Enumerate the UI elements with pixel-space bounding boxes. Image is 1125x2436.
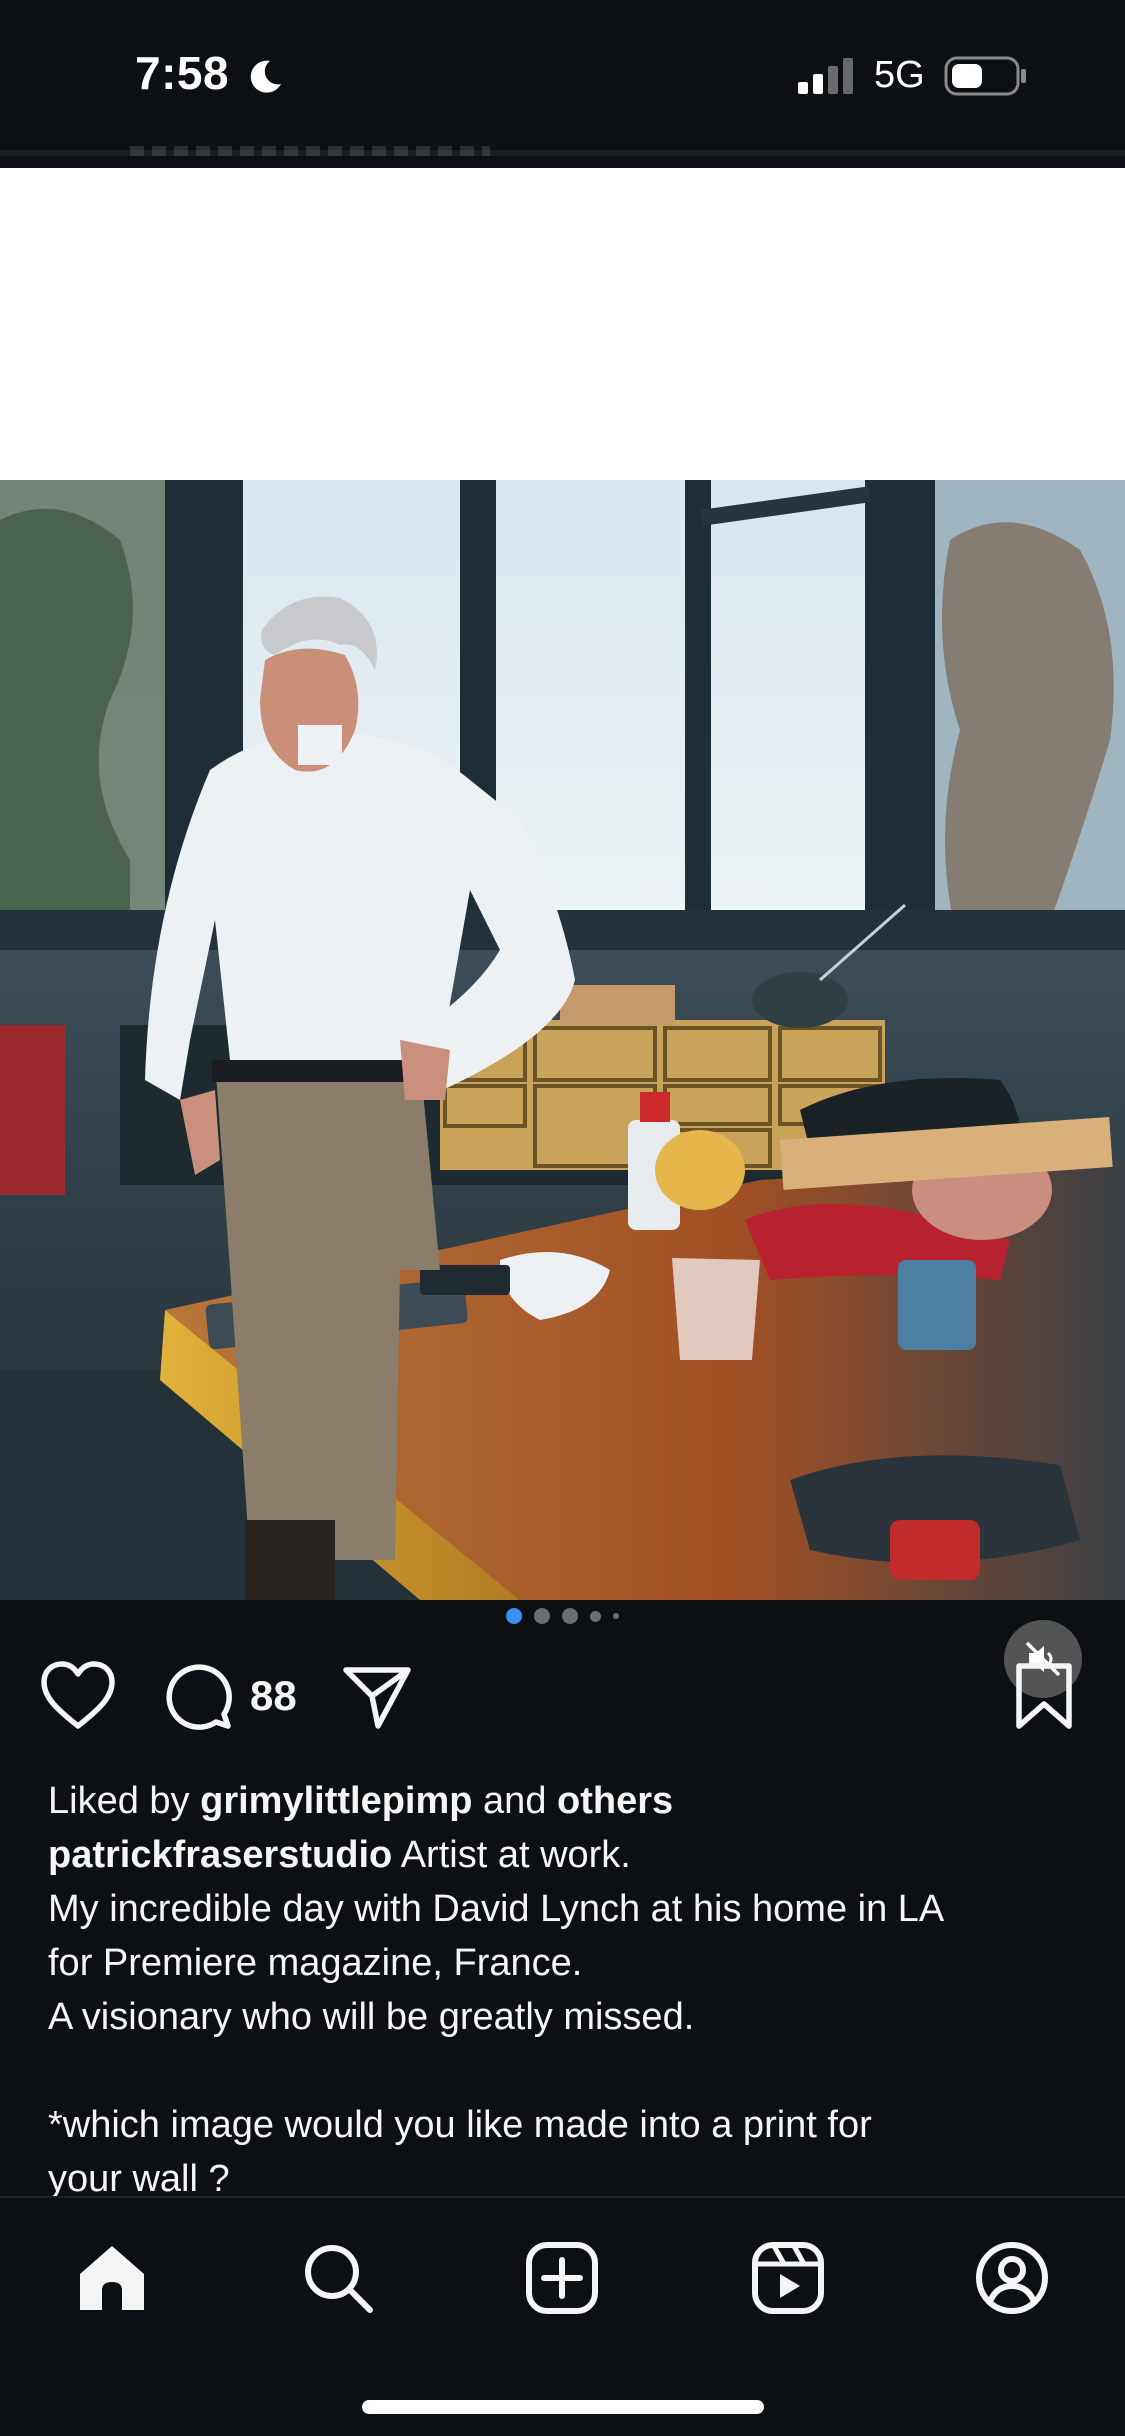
carousel-dot-5 xyxy=(613,1613,619,1619)
profile-icon[interactable] xyxy=(974,2240,1050,2316)
caption-username[interactable]: patrickfraserstudio xyxy=(48,1834,392,1876)
reels-icon[interactable] xyxy=(750,2240,826,2316)
carousel-dot-4 xyxy=(590,1610,601,1622)
bookmark-icon[interactable] xyxy=(1014,1662,1074,1730)
liked-by-username[interactable]: grimylittlepimp xyxy=(200,1780,472,1822)
liked-by-connector: and xyxy=(483,1780,547,1822)
plus-square-icon[interactable] xyxy=(524,2240,600,2316)
instagram-post-screen: 7:58 5G 88 Liked by grimylittlepimp and … xyxy=(0,0,1125,2436)
home-indicator[interactable] xyxy=(362,2400,764,2414)
liked-by-line[interactable]: Liked by grimylittlepimp and others xyxy=(48,1774,1088,1828)
photo-artwork xyxy=(0,480,1125,1600)
status-time: 7:58 xyxy=(135,47,230,99)
caption-line-1: My incredible day with David Lynch at hi… xyxy=(48,1888,945,1930)
status-bar: 7:58 5G xyxy=(0,0,1125,150)
carousel-dot-1 xyxy=(506,1608,522,1624)
cellular-signal-icon xyxy=(798,58,853,94)
liked-by-prefix: Liked by xyxy=(48,1780,190,1822)
post-actions: 88 xyxy=(0,1660,1125,1732)
paper-plane-icon[interactable] xyxy=(342,1664,412,1730)
comment-bubble-icon[interactable] xyxy=(164,1662,232,1730)
search-icon[interactable] xyxy=(300,2240,376,2316)
caption-line-2: for Premiere magazine, France. xyxy=(48,1942,583,1984)
carousel-dot-2 xyxy=(534,1608,550,1624)
caption-line-3: A visionary who will be greatly missed. xyxy=(48,1996,695,2038)
carousel-indicator xyxy=(0,1607,1125,1625)
moon-icon xyxy=(250,60,281,93)
caption-title: Artist at work. xyxy=(400,1834,631,1876)
post-media[interactable] xyxy=(0,168,1125,1698)
post-caption: Liked by grimylittlepimp and others patr… xyxy=(48,1774,1088,2206)
home-icon[interactable] xyxy=(74,2240,150,2316)
liked-by-others[interactable]: others xyxy=(557,1780,673,1822)
carousel-dot-3 xyxy=(562,1608,578,1624)
previous-post-text-fragment xyxy=(130,146,490,156)
heart-icon[interactable] xyxy=(40,1660,116,1732)
battery-icon xyxy=(944,56,1026,96)
comment-count[interactable]: 88 xyxy=(250,1672,297,1720)
network-type: 5G xyxy=(874,54,925,96)
caption-line-4: *which image would you like made into a … xyxy=(48,2104,872,2146)
post-photo[interactable] xyxy=(0,480,1125,1600)
